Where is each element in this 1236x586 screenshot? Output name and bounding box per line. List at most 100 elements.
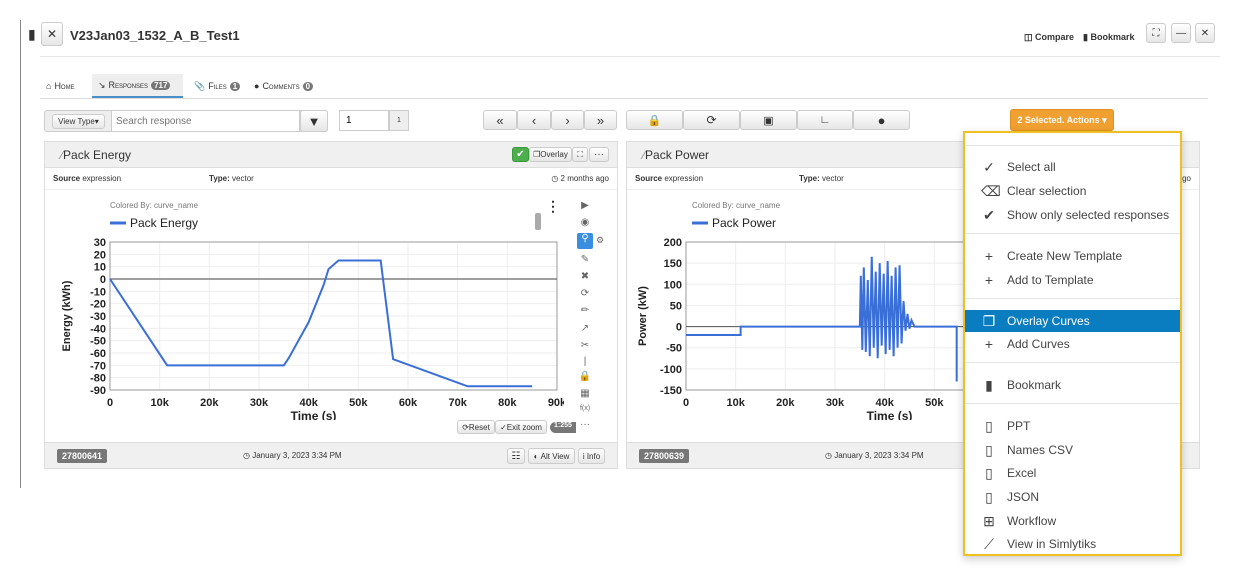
pencil-icon[interactable]: ✏: [577, 305, 593, 316]
x-tick-label: 0: [107, 397, 113, 409]
more-icon[interactable]: ···: [577, 419, 593, 430]
actions-dropdown-button[interactable]: 2 Selected. Actions ▾: [1010, 109, 1114, 131]
play-icon[interactable]: ▶: [577, 200, 593, 211]
x-tick-label: 10k: [726, 397, 745, 409]
function-icon[interactable]: f(x): [577, 405, 593, 412]
menu-item-add-curves[interactable]: + Add Curves: [965, 333, 1180, 355]
x-tick-label: 90k: [548, 397, 564, 409]
eye-icon[interactable]: ◉: [577, 217, 593, 228]
date-text: January 3, 2023 3:34 PM: [834, 451, 924, 460]
left-border: [20, 20, 21, 488]
lock-icon[interactable]: 🔒: [577, 371, 593, 382]
tab-responses[interactable]: ↘ Responses 717: [92, 74, 183, 98]
bookmark-link[interactable]: ▮ Bookmark: [1083, 32, 1134, 43]
menu-item-select-all[interactable]: ✓ Select all: [965, 156, 1180, 178]
compress-icon[interactable]: ✖: [577, 271, 593, 282]
tab-home[interactable]: ⌂ Home: [40, 74, 81, 98]
file-ppt-icon: ▯: [985, 417, 993, 434]
tools-icon[interactable]: ✂: [577, 340, 593, 351]
x-tick-label: 40k: [875, 397, 894, 409]
y-tick-label: -20: [90, 299, 106, 311]
count-badge: 1: [229, 81, 241, 91]
y-tick-label: -50: [90, 336, 106, 348]
exit-zoom-button[interactable]: ✓ Exit zoom: [495, 420, 547, 434]
type-label: Type:: [209, 174, 230, 183]
bookmark-icon: ▮: [985, 376, 993, 393]
source-value: expression: [82, 174, 122, 183]
menu-item-ppt[interactable]: ▯ PPT: [965, 415, 1180, 437]
more-button[interactable]: ···: [589, 147, 609, 162]
menu-item-names-csv[interactable]: ▯ Names CSV: [965, 439, 1180, 461]
menu-item-json[interactable]: ▯ JSON: [965, 486, 1180, 508]
gear-icon[interactable]: ⚙: [592, 235, 608, 246]
menu-item-view-in-simlytiks[interactable]: ⟋ View in Simlytiks: [965, 533, 1180, 555]
info-button[interactable]: i Info: [578, 448, 605, 464]
menu-item-clear-selection[interactable]: ⌫ Clear selection: [965, 180, 1180, 202]
next-page-button[interactable]: ›: [551, 110, 584, 130]
workflow-button[interactable]: ☷: [507, 448, 525, 464]
compare-link[interactable]: ◫ Compare: [1024, 32, 1074, 43]
menu-item-label: Select all: [1007, 160, 1056, 174]
menu-item-label: Overlay Curves: [1007, 314, 1090, 328]
panel-title: Pack Energy: [63, 147, 132, 162]
check-icon: ✓: [983, 158, 995, 175]
y-tick-label: 30: [94, 237, 106, 249]
minimize-button[interactable]: —: [1171, 23, 1191, 43]
lock-button[interactable]: 🔒: [626, 110, 683, 130]
image-button[interactable]: ▣: [740, 110, 797, 130]
last-page-button[interactable]: »: [584, 110, 617, 130]
pen-icon[interactable]: ✎: [577, 254, 593, 265]
menu-item-workflow[interactable]: ⊞ Workflow: [965, 510, 1180, 532]
table-icon[interactable]: ▦: [577, 388, 593, 399]
menu-divider: [965, 145, 1180, 146]
tab-files[interactable]: 📎 Files 1: [188, 74, 246, 98]
chart-button[interactable]: ∟: [797, 110, 853, 130]
maximize-button[interactable]: ⛶: [1146, 23, 1166, 43]
refresh-button[interactable]: ⟳: [683, 110, 740, 130]
menu-divider: [965, 233, 1180, 234]
prev-page-button[interactable]: ‹: [517, 110, 551, 130]
menu-item-create-new-template[interactable]: + Create New Template: [965, 245, 1180, 267]
y-axis-label: Energy (kWh): [61, 280, 73, 351]
arrow-icon[interactable]: ↗: [577, 323, 593, 334]
close-window-button[interactable]: ✕: [1195, 23, 1215, 43]
y-tick-label: 200: [664, 237, 682, 249]
x-tick-label: 30k: [826, 397, 845, 409]
refresh-icon[interactable]: ⟳: [577, 288, 593, 299]
menu-item-excel[interactable]: ▯ Excel: [965, 462, 1180, 484]
menu-item-overlay-curves[interactable]: ❐ Overlay Curves: [965, 310, 1180, 332]
menu-item-add-to-template[interactable]: + Add to Template: [965, 269, 1180, 291]
view-type-dropdown[interactable]: View Type ▾: [52, 114, 105, 129]
tab-comments[interactable]: ● Comments 0: [248, 74, 319, 98]
home-icon: ⌂: [46, 81, 52, 91]
overlay-label: Overlay: [540, 150, 568, 159]
filter-button[interactable]: ▼: [300, 110, 328, 132]
energy-chart: Colored By: curve_namePack Energy3020100…: [61, 201, 564, 420]
reset-button[interactable]: ⟳ Reset: [457, 420, 495, 434]
close-tab-button[interactable]: ✕: [41, 22, 63, 46]
first-page-button[interactable]: «: [483, 110, 517, 130]
response-id-badge[interactable]: 27800639: [639, 449, 690, 463]
comment-icon: ●: [254, 81, 260, 91]
chart-line-icon: ↘: [98, 79, 106, 90]
line-icon[interactable]: |: [577, 356, 593, 367]
y-tick-label: -10: [90, 286, 106, 298]
zoom-icon[interactable]: ⚲: [577, 233, 593, 249]
age-text: go: [1182, 174, 1191, 183]
overlay-button[interactable]: ❐ Overlay: [529, 147, 572, 162]
menu-item-label: Add Curves: [1007, 337, 1070, 351]
y-tick-label: 0: [100, 274, 106, 286]
search-input[interactable]: [111, 110, 300, 132]
alt-view-button[interactable]: ◐ Alt View: [528, 448, 575, 464]
select-checkbox[interactable]: ✔: [512, 147, 529, 162]
colored-by-label: Colored By: curve_name: [692, 201, 781, 210]
expand-button[interactable]: ⛶: [572, 147, 588, 162]
colored-by-label: Colored By: curve_name: [110, 201, 199, 210]
record-button[interactable]: ●: [853, 110, 910, 130]
page-input[interactable]: [339, 110, 389, 131]
response-id-badge[interactable]: 27800641: [57, 449, 108, 463]
chart-line-icon: ⟋: [984, 535, 994, 552]
menu-item-show-only-selected-responses[interactable]: ✔ Show only selected responses: [965, 204, 1180, 226]
menu-item-bookmark[interactable]: ▮ Bookmark: [965, 374, 1180, 396]
x-tick-label: 50k: [925, 397, 944, 409]
